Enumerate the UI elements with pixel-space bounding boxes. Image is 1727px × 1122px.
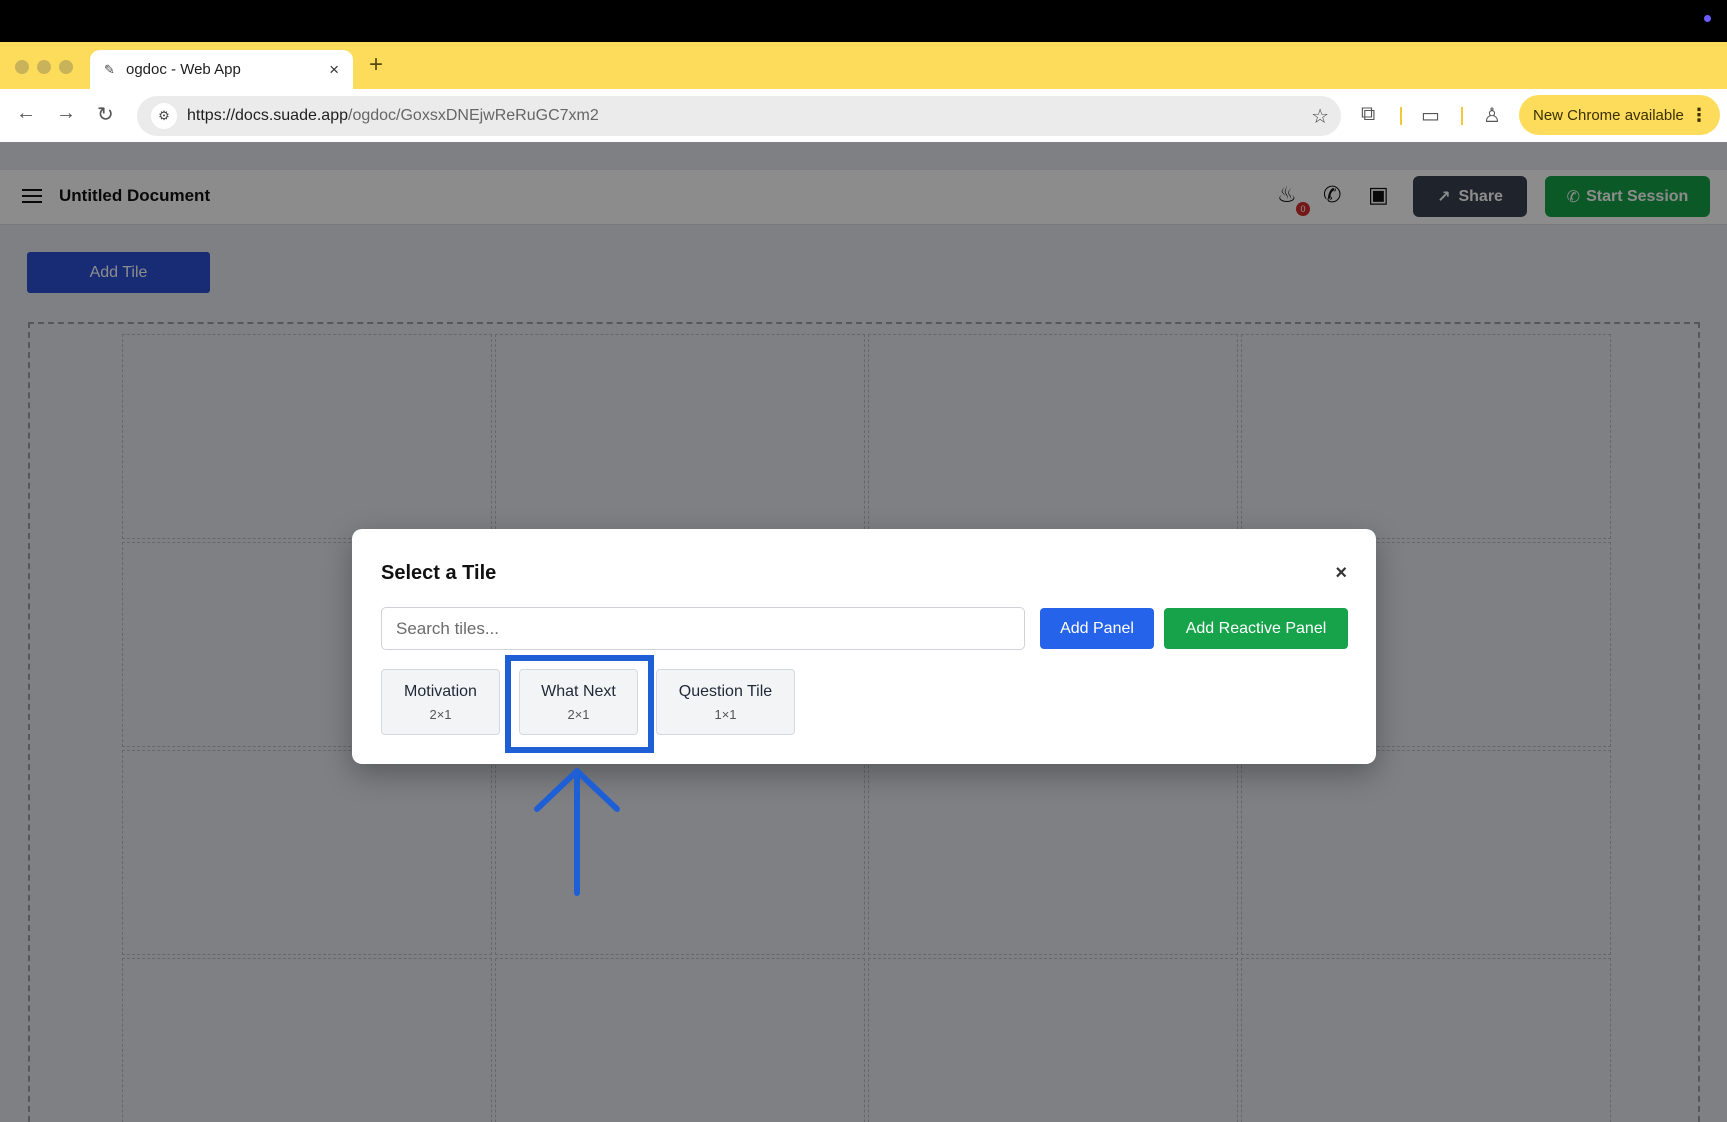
browser-toolbar: ← → ↻ ⚙ https://docs.suade.app/ogdoc/Gox… [0,89,1727,142]
url-text[interactable]: https://docs.suade.app/ogdoc/GoxsxDNEjwR… [187,107,1311,125]
tile-name: Question Tile [678,682,773,700]
screen-search-icon[interactable]: ▭ [1421,103,1440,128]
toolbar-divider [1400,107,1402,125]
profile-icon[interactable]: ♙ [1483,103,1501,128]
tab-close-icon[interactable]: × [329,60,339,80]
address-bar[interactable]: ⚙ https://docs.suade.app/ogdoc/GoxsxDNEj… [137,96,1341,136]
favicon-icon: ✎ [104,61,115,77]
tile-option-motivation[interactable]: Motivation 2×1 [381,669,500,735]
reload-icon[interactable]: ↻ [97,102,114,127]
url-host: https://docs.suade.app [187,107,348,124]
maximize-window-button[interactable] [59,60,73,74]
chrome-update-button[interactable]: New Chrome available ⋮ [1519,95,1720,135]
toolbar-divider [1461,107,1463,125]
annotation-arrow-icon [534,768,620,896]
extensions-icon[interactable]: ⧉ [1361,103,1375,126]
tile-size: 1×1 [714,706,737,722]
new-tab-button[interactable]: + [369,51,383,79]
tile-option-question-tile[interactable]: Question Tile 1×1 [656,669,795,735]
back-icon[interactable]: ← [16,102,36,125]
bookmark-star-icon[interactable]: ☆ [1311,104,1329,129]
tile-size: 2×1 [429,706,452,722]
tab-title: ogdoc - Web App [126,61,241,78]
close-icon[interactable]: × [1335,562,1347,585]
minimize-window-button[interactable] [37,60,51,74]
macos-menubar [0,0,1727,42]
search-input[interactable] [381,607,1025,650]
add-reactive-panel-button[interactable]: Add Reactive Panel [1164,608,1348,649]
close-window-button[interactable] [15,60,29,74]
url-path: /ogdoc/GoxsxDNEjwReRuGC7xm2 [348,107,599,124]
update-label: New Chrome available [1533,106,1684,124]
modal-title: Select a Tile [381,562,497,584]
site-settings-icon[interactable]: ⚙ [151,103,177,129]
add-panel-button[interactable]: Add Panel [1040,608,1154,649]
menu-kebab-icon[interactable]: ⋮ [1690,105,1708,126]
forward-icon[interactable]: → [56,102,76,125]
annotation-highlight-box [505,655,654,753]
tile-name: Motivation [404,682,477,700]
status-dot [1704,15,1711,22]
browser-tabstrip: ✎ ogdoc - Web App × + [0,42,1727,89]
browser-tab[interactable]: ✎ ogdoc - Web App × [90,50,353,89]
